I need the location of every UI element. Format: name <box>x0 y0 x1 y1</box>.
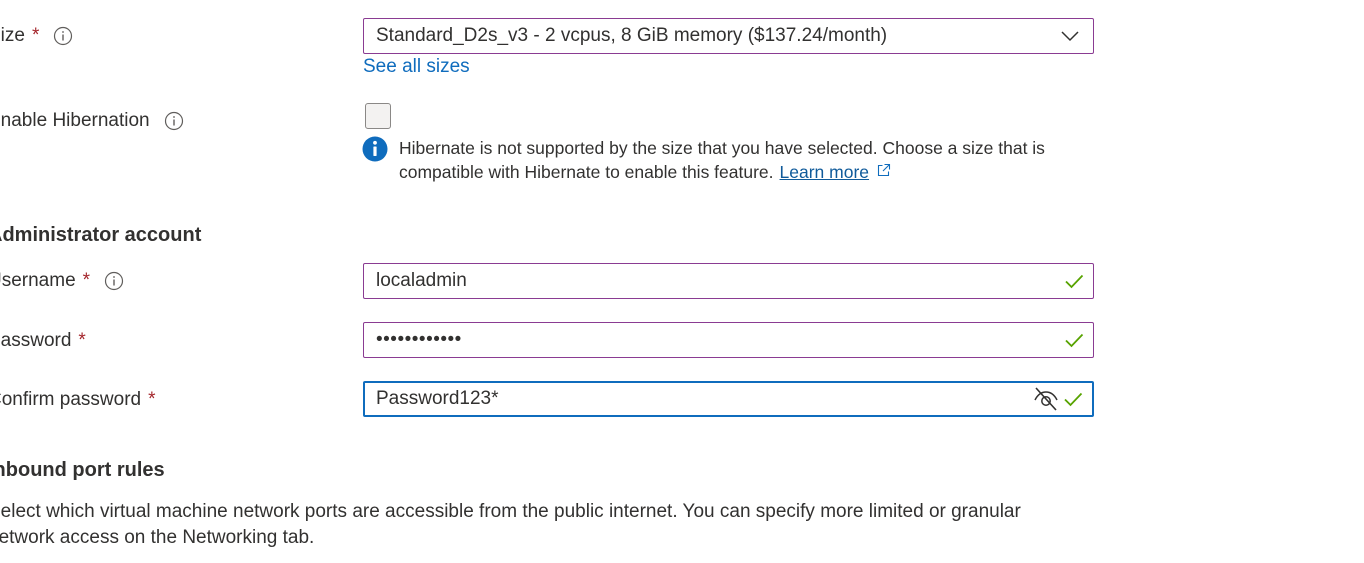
username-input-value: localadmin <box>376 270 467 291</box>
password-label: Password * <box>0 330 86 352</box>
required-marker: * <box>148 389 156 410</box>
chevron-down-icon <box>1059 25 1081 47</box>
hibernation-info-message: Hibernate is not supported by the size t… <box>362 136 1082 184</box>
eye-off-icon[interactable] <box>1032 385 1060 413</box>
hibernation-label-text: Enable Hibernation <box>0 110 150 131</box>
required-marker: * <box>78 330 86 351</box>
size-dropdown[interactable]: Standard_D2s_v3 - 2 vcpus, 8 GiB memory … <box>363 18 1094 54</box>
external-link-icon[interactable] <box>877 160 891 177</box>
see-all-sizes-link[interactable]: See all sizes <box>363 56 470 78</box>
required-marker: * <box>31 25 40 46</box>
hibernation-message-text: Hibernate is not supported by the size t… <box>399 137 1082 184</box>
checkmark-icon <box>1063 270 1085 292</box>
info-filled-icon <box>362 136 388 162</box>
username-input[interactable]: localadmin <box>363 263 1094 299</box>
size-label-text: Size <box>0 25 25 46</box>
info-icon[interactable] <box>104 271 124 291</box>
confirm-password-label-text: Confirm password <box>0 389 142 410</box>
inbound-port-rules-description: Select which virtual machine network por… <box>0 501 1021 548</box>
password-input[interactable]: •••••••••••• <box>363 322 1094 358</box>
inbound-port-rules-heading: Inbound port rules <box>0 459 165 481</box>
confirm-password-input-value: Password123* <box>376 388 499 409</box>
info-icon[interactable] <box>164 111 184 131</box>
checkmark-icon <box>1063 329 1085 351</box>
hibernation-message: Hibernate is not supported by the size t… <box>399 138 1045 182</box>
hibernation-label: Enable Hibernation <box>0 110 184 132</box>
size-label: Size * <box>0 25 73 47</box>
confirm-password-input[interactable]: Password123* <box>363 381 1094 417</box>
required-marker: * <box>82 270 91 291</box>
hibernation-checkbox[interactable] <box>365 103 391 129</box>
confirm-password-label: Confirm password * <box>0 389 156 411</box>
password-label-text: Password <box>0 330 72 351</box>
size-dropdown-value: Standard_D2s_v3 - 2 vcpus, 8 GiB memory … <box>376 25 888 46</box>
username-label: Username * <box>0 270 124 292</box>
checkmark-icon <box>1062 388 1084 410</box>
learn-more-link[interactable]: Learn more <box>780 162 870 182</box>
password-input-value: •••••••••••• <box>376 329 462 350</box>
info-icon[interactable] <box>53 26 73 46</box>
username-label-text: Username <box>0 270 76 291</box>
administrator-account-heading: Administrator account <box>0 224 202 246</box>
